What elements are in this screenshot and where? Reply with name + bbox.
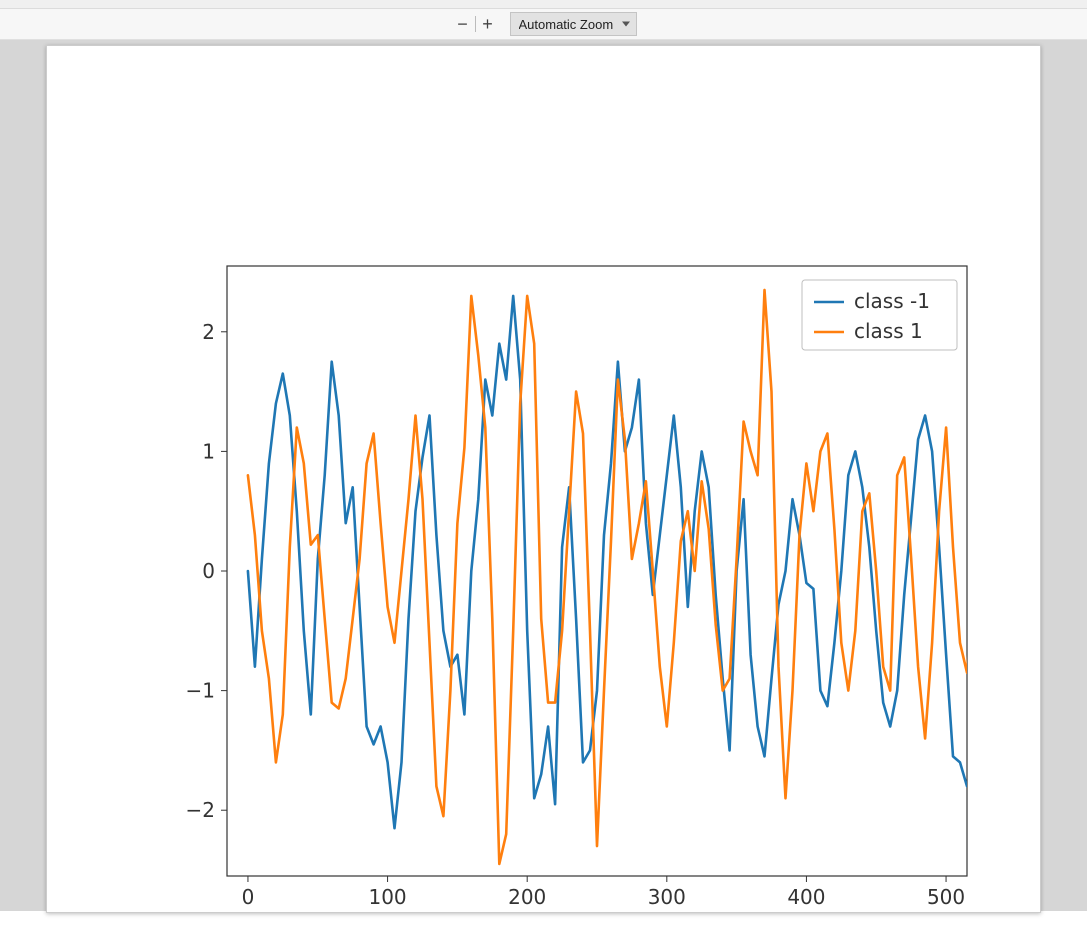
y-tick-label: −2 — [186, 798, 215, 822]
y-tick-label: 2 — [202, 320, 215, 344]
x-tick-label: 200 — [508, 885, 546, 909]
x-tick-label: 300 — [648, 885, 686, 909]
upper-tab-strip — [0, 0, 1087, 9]
x-tick-label: 400 — [787, 885, 825, 909]
zoom-controls: − + — [451, 12, 500, 36]
legend-label: class -1 — [854, 289, 930, 313]
y-tick-label: −1 — [186, 679, 215, 703]
y-tick-label: 0 — [202, 559, 215, 583]
zoom-in-button[interactable]: + — [476, 12, 500, 36]
x-tick-label: 100 — [368, 885, 406, 909]
line-chart: 0 100 200 300 400 500 −2 −1 0 1 2 class -1 class 1 — [157, 264, 977, 934]
pdf-toolbar: − + Automatic Zoom — [0, 9, 1087, 40]
legend-label: class 1 — [854, 319, 923, 343]
plot-frame — [227, 266, 967, 876]
document-page: 0 100 200 300 400 500 −2 −1 0 1 2 class -1 class 1 — [46, 45, 1041, 913]
document-viewport[interactable]: 0 100 200 300 400 500 −2 −1 0 1 2 class -1 class 1 — [0, 40, 1087, 911]
zoom-mode-select-wrap: Automatic Zoom — [510, 12, 637, 36]
series-line — [248, 290, 977, 864]
zoom-out-button[interactable]: − — [451, 12, 475, 36]
x-tick-label: 0 — [242, 885, 255, 909]
zoom-mode-select[interactable]: Automatic Zoom — [510, 12, 637, 36]
chart-container: 0 100 200 300 400 500 −2 −1 0 1 2 class -1 class 1 — [157, 264, 977, 934]
x-tick-label: 500 — [927, 885, 965, 909]
y-tick-label: 1 — [202, 439, 215, 463]
series-line — [248, 296, 977, 828]
